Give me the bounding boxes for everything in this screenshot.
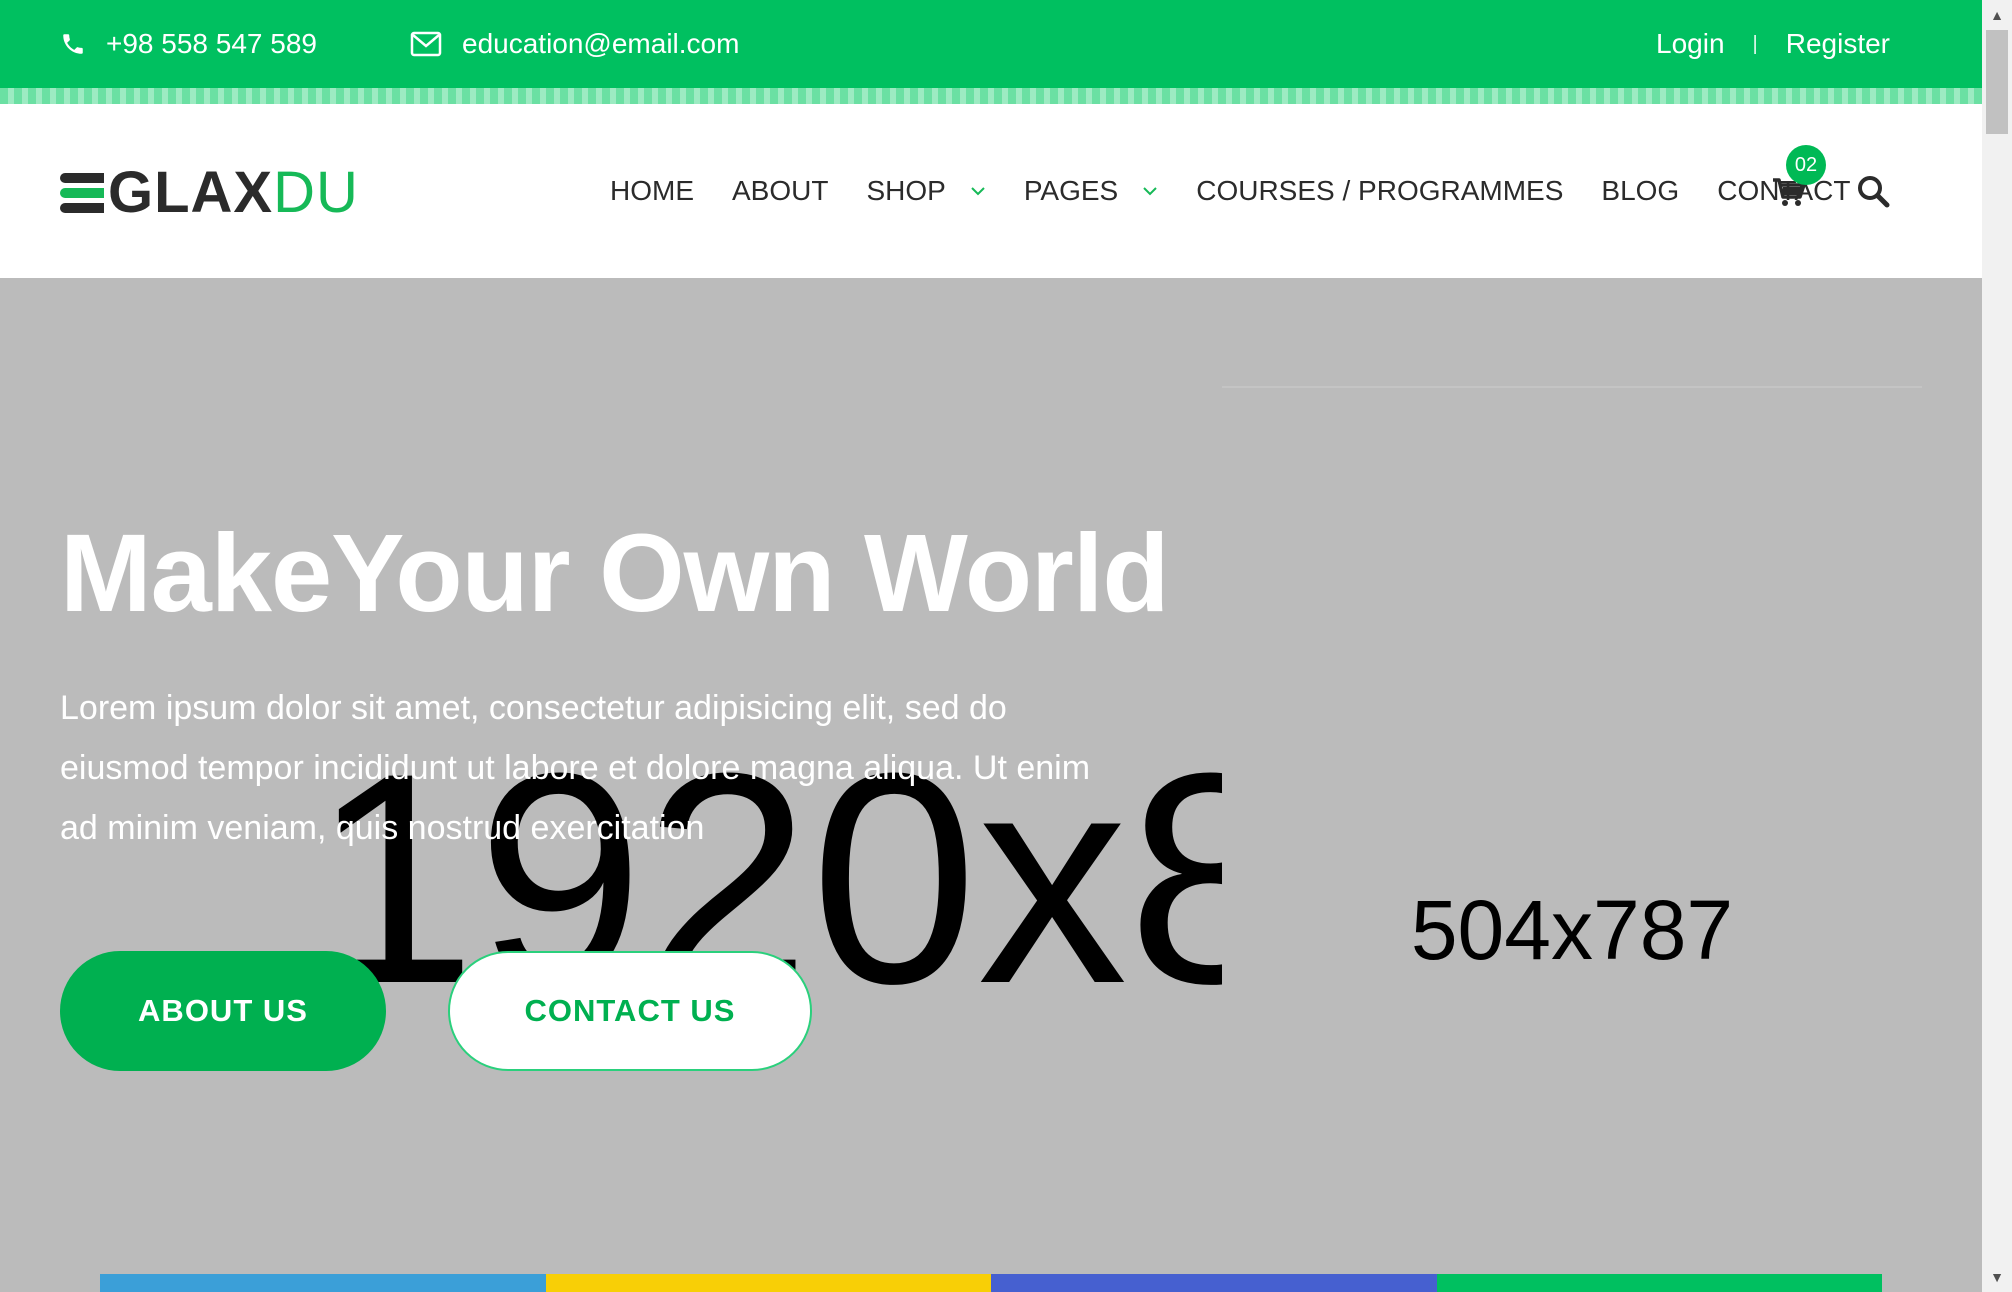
register-link[interactable]: Register — [1786, 28, 1890, 60]
nav-label: ABOUT — [732, 175, 829, 206]
cart-count-badge: 02 — [1786, 145, 1826, 185]
color-bar-segment — [1436, 1274, 1882, 1292]
about-us-button[interactable]: ABOUT US — [60, 951, 386, 1071]
scroll-down-arrow-icon[interactable]: ▼ — [1982, 1262, 2012, 1292]
nav-label: SHOP — [866, 175, 946, 206]
nav-blog[interactable]: BLOG — [1601, 175, 1679, 207]
site-header: GLAXDU HOME ABOUT SHOP PAGES COURSES / P… — [0, 104, 1982, 278]
page-scrollbar[interactable]: ▲ ▼ — [1982, 0, 2012, 1292]
logo-text-green: DU — [273, 160, 359, 225]
color-bar-segment — [991, 1274, 1437, 1292]
search-icon[interactable] — [1856, 174, 1890, 208]
logo-text: GLAXDU — [108, 164, 359, 222]
hero-title: MakeYour Own World — [60, 512, 1170, 635]
contact-phone[interactable]: +98 558 547 589 — [60, 0, 317, 88]
nav-home[interactable]: HOME — [610, 175, 694, 207]
envelope-icon — [410, 31, 442, 57]
color-bar-segment — [100, 1274, 546, 1292]
phone-number: +98 558 547 589 — [106, 28, 317, 59]
site-logo[interactable]: GLAXDU — [60, 164, 359, 222]
nav-about[interactable]: ABOUT — [732, 175, 828, 207]
main-nav: HOME ABOUT SHOP PAGES COURSES / PROGRAMM… — [610, 104, 1888, 278]
color-bar-segment — [545, 1274, 991, 1292]
auth-separator: | — [1752, 32, 1758, 55]
nav-shop[interactable]: SHOP — [866, 175, 985, 207]
nav-label: HOME — [610, 175, 694, 206]
nav-courses[interactable]: COURSES / PROGRAMMES — [1196, 175, 1563, 207]
feature-color-bar — [100, 1274, 1882, 1292]
logo-text-dark: GLAX — [108, 160, 274, 225]
hero-description: Lorem ipsum dolor sit amet, consectetur … — [60, 689, 1091, 847]
contact-email[interactable]: education@email.com — [410, 0, 739, 88]
header-actions: 02 — [1772, 104, 1890, 278]
cart-button[interactable]: 02 — [1772, 145, 1826, 211]
contact-us-button[interactable]: CONTACT US — [448, 951, 812, 1071]
scroll-up-arrow-icon[interactable]: ▲ — [1982, 0, 2012, 30]
nav-label: PAGES — [1023, 175, 1119, 206]
chevron-down-icon — [971, 187, 985, 196]
email-address: education@email.com — [462, 28, 740, 59]
nav-label: BLOG — [1601, 175, 1680, 206]
logo-mark-icon — [60, 171, 104, 215]
hero-side-image — [1222, 386, 1922, 1292]
login-link[interactable]: Login — [1656, 28, 1725, 60]
nav-label: COURSES / PROGRAMMES — [1196, 175, 1564, 206]
top-bar: +98 558 547 589 education@email.com Logi… — [0, 0, 1982, 88]
auth-links: Login | Register — [1656, 0, 1890, 88]
hero-section: 1920x8 504x787 MakeYour Own World Lorem … — [0, 278, 1982, 1292]
hero-side-placeholder-label: 504x787 — [1410, 883, 1734, 977]
chevron-down-icon — [1143, 187, 1157, 196]
topbar-stripe — [0, 88, 1982, 104]
nav-pages[interactable]: PAGES — [1024, 175, 1158, 207]
scrollbar-thumb[interactable] — [1986, 30, 2008, 134]
phone-icon — [63, 34, 83, 54]
